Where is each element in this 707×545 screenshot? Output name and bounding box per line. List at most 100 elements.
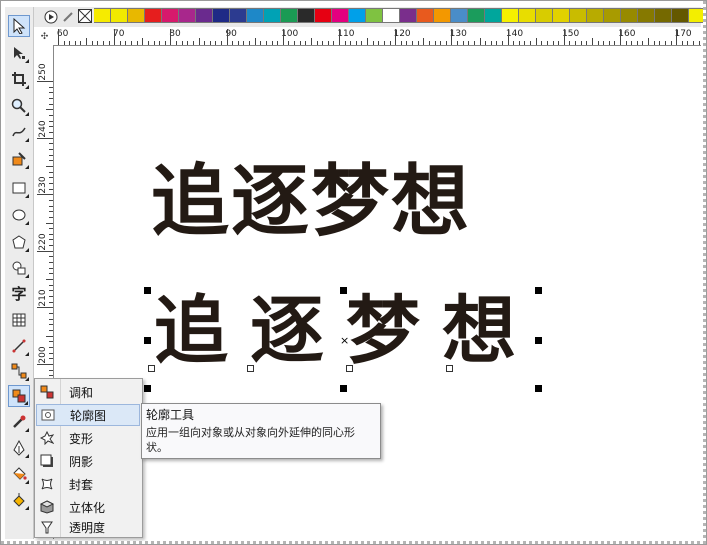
color-swatch[interactable] xyxy=(468,8,485,23)
flyout-item-contour[interactable]: 轮廓图 xyxy=(36,404,140,426)
eyedropper-mini-icon[interactable] xyxy=(60,9,76,25)
ruler-tick xyxy=(49,245,53,247)
color-swatch[interactable] xyxy=(672,8,689,23)
ruler-tick xyxy=(49,216,53,218)
horizontal-ruler[interactable]: 60 70 80 90 100 110 120 130 140 150 160 170 xyxy=(53,28,701,46)
ruler-tick xyxy=(215,41,217,45)
ellipse-tool-icon[interactable] xyxy=(8,204,30,226)
color-swatch[interactable] xyxy=(298,8,315,23)
color-swatch[interactable] xyxy=(485,8,502,23)
flyout-item-extrude[interactable]: 立体化 xyxy=(36,496,140,518)
rectangle-tool-icon[interactable] xyxy=(8,177,30,199)
color-swatch[interactable] xyxy=(553,8,570,23)
ruler-tick xyxy=(648,38,650,45)
flyout-item-distort[interactable]: 变形 xyxy=(36,427,140,449)
ruler-tick xyxy=(49,97,53,99)
ruler-tick xyxy=(159,41,161,45)
outline-pen-tool-icon[interactable] xyxy=(8,437,30,459)
ruler-tick xyxy=(305,41,307,45)
color-swatch[interactable] xyxy=(230,8,247,23)
color-swatch[interactable] xyxy=(196,8,213,23)
polygon-tool-icon[interactable] xyxy=(8,231,30,253)
table-tool-icon[interactable] xyxy=(8,309,30,331)
selection-center-mark[interactable]: × xyxy=(340,334,349,347)
freehand-tool-icon[interactable] xyxy=(8,121,30,143)
ruler-tick xyxy=(187,41,189,45)
ruler-origin[interactable]: ✣ xyxy=(36,28,53,45)
text-node[interactable] xyxy=(346,365,353,372)
color-swatch[interactable] xyxy=(417,8,434,23)
color-swatch[interactable] xyxy=(247,8,264,23)
text-node[interactable] xyxy=(446,365,453,372)
smart-fill-tool-icon[interactable] xyxy=(8,148,30,170)
color-swatch[interactable] xyxy=(587,8,604,23)
text-node[interactable] xyxy=(247,365,254,372)
color-swatch[interactable] xyxy=(213,8,230,23)
blend-tool-icon[interactable] xyxy=(8,385,30,407)
ruler-tick xyxy=(49,120,53,122)
color-swatch[interactable] xyxy=(349,8,366,23)
pick-tool-icon[interactable] xyxy=(8,15,30,37)
color-swatch[interactable] xyxy=(638,8,655,23)
color-swatch[interactable] xyxy=(536,8,553,23)
color-swatch[interactable] xyxy=(434,8,451,23)
color-swatch[interactable] xyxy=(519,8,536,23)
flyout-item-transparency[interactable]: 透明度 xyxy=(36,518,140,536)
brush-text-object[interactable]: 追逐梦想 xyxy=(154,294,516,368)
text-tool-icon[interactable]: 字 xyxy=(8,282,30,304)
fill-tool-icon[interactable] xyxy=(8,463,30,485)
dimension-tool-icon[interactable] xyxy=(8,335,30,357)
zoom-tool-icon[interactable] xyxy=(8,95,30,117)
flyout-item-label: 调和 xyxy=(69,385,94,400)
flyout-item-drop-shadow[interactable]: 阴影 xyxy=(36,450,140,472)
play-icon[interactable] xyxy=(43,9,59,25)
color-swatch[interactable] xyxy=(264,8,281,23)
ruler-tick xyxy=(125,41,127,45)
color-swatch[interactable] xyxy=(179,8,196,23)
flyout-item-envelope[interactable]: 封套 xyxy=(36,473,140,495)
selection-handle-middle-right[interactable] xyxy=(535,337,542,344)
color-swatch[interactable] xyxy=(400,8,417,23)
basic-shapes-tool-icon[interactable] xyxy=(8,257,30,279)
ruler-tick xyxy=(153,41,155,45)
color-swatch[interactable] xyxy=(655,8,672,23)
color-swatch[interactable] xyxy=(315,8,332,23)
color-swatch[interactable] xyxy=(281,8,298,23)
connector-tool-icon[interactable] xyxy=(8,360,30,382)
selection-handle-top-right[interactable] xyxy=(535,287,542,294)
selection-handle-top-left[interactable] xyxy=(144,287,151,294)
flyout-item-label: 阴影 xyxy=(69,454,94,469)
selection-handle-bottom-right[interactable] xyxy=(535,385,542,392)
color-swatch[interactable] xyxy=(332,8,349,23)
selection-handle-bottom-left[interactable] xyxy=(144,385,151,392)
color-swatch[interactable] xyxy=(604,8,621,23)
bold-text-object[interactable]: 追逐梦想 xyxy=(151,163,471,241)
ruler-tick xyxy=(209,41,211,45)
color-swatch[interactable] xyxy=(383,8,400,23)
crop-tool-icon[interactable] xyxy=(8,68,30,90)
color-swatch[interactable] xyxy=(570,8,587,23)
color-swatch[interactable] xyxy=(145,8,162,23)
ruler-tick xyxy=(434,41,436,45)
color-swatch[interactable] xyxy=(502,8,519,23)
shape-tool-icon[interactable] xyxy=(8,42,30,64)
selection-handle-top-center[interactable] xyxy=(340,287,347,294)
color-swatch[interactable] xyxy=(94,8,111,23)
envelope-icon xyxy=(39,476,55,492)
color-swatch[interactable] xyxy=(128,8,145,23)
ruler-tick xyxy=(49,256,53,258)
color-swatch[interactable] xyxy=(451,8,468,23)
ruler-tick xyxy=(108,41,110,45)
eyedropper-tool-icon[interactable] xyxy=(8,411,30,433)
color-swatch[interactable] xyxy=(621,8,638,23)
flyout-item-blend[interactable]: 调和 xyxy=(36,381,140,403)
color-swatch[interactable] xyxy=(162,8,179,23)
selection-handle-bottom-center[interactable] xyxy=(340,385,347,392)
color-swatch[interactable] xyxy=(111,8,128,23)
color-swatch[interactable] xyxy=(366,8,383,23)
interactive-fill-tool-icon[interactable] xyxy=(8,489,30,511)
flyout-item-label: 轮廓图 xyxy=(70,408,107,423)
text-node[interactable] xyxy=(148,365,155,372)
no-fill-swatch[interactable] xyxy=(78,9,92,23)
selection-handle-middle-left[interactable] xyxy=(144,337,151,344)
